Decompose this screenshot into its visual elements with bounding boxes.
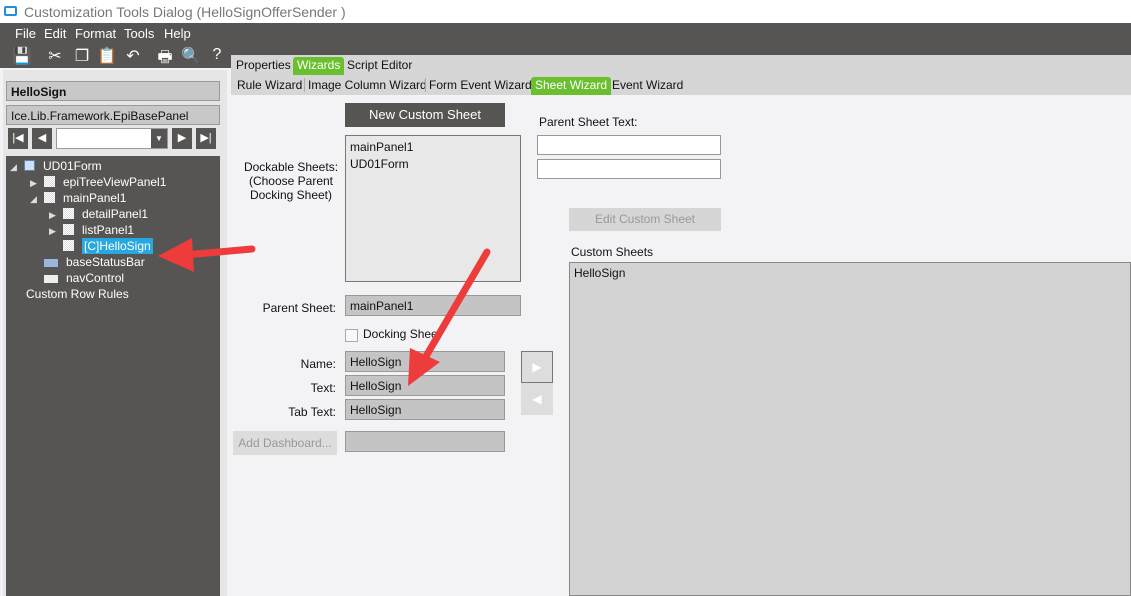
first-record-button[interactable]: |◀: [8, 128, 28, 149]
tree-item[interactable]: navControl: [44, 271, 124, 285]
list-item[interactable]: mainPanel1: [350, 139, 516, 156]
panel-icon: [63, 224, 74, 235]
tab-text-field[interactable]: HelloSign: [345, 399, 505, 420]
text-field[interactable]: HelloSign: [345, 375, 505, 396]
text-label: Text:: [310, 381, 336, 395]
main-tabs: Properties Wizards Script Editor: [231, 55, 1131, 75]
cut-icon[interactable]: ✂: [45, 46, 65, 66]
tab-image-column-wizard[interactable]: Image Column Wizard: [304, 77, 431, 95]
navcontrol-icon: [44, 275, 58, 283]
tab-form-event-wizard[interactable]: Form Event Wizard: [425, 77, 536, 95]
tree-item-selected[interactable]: [C]HelloSign: [63, 238, 153, 254]
print-icon[interactable]: 🖶: [155, 46, 175, 73]
prev-record-button[interactable]: ◀: [32, 128, 52, 149]
tab-rule-wizard[interactable]: Rule Wizard: [233, 77, 306, 95]
parent-sheet-text-label: Parent Sheet Text:: [539, 115, 638, 129]
record-navigator: |◀ ◀ ▼ ▶ ▶|: [6, 128, 220, 150]
tree-item[interactable]: baseStatusBar: [44, 255, 145, 269]
tab-properties[interactable]: Properties: [232, 57, 295, 75]
undo-icon[interactable]: ↶: [123, 46, 143, 66]
parent-sheet-text-input-1[interactable]: [537, 135, 721, 155]
tree-item[interactable]: listPanel1: [63, 223, 134, 237]
menu-edit[interactable]: Edit: [44, 26, 66, 41]
app-icon: [4, 6, 17, 16]
docking-sheet-label: Docking Sheet: [363, 327, 442, 341]
name-field[interactable]: HelloSign: [345, 351, 505, 372]
move-left-button[interactable]: ◀: [521, 383, 553, 415]
last-record-button[interactable]: ▶|: [196, 128, 216, 149]
tree-item[interactable]: mainPanel1: [44, 191, 126, 205]
name-label: Name:: [300, 357, 336, 371]
parent-sheet-text-input-2[interactable]: [537, 159, 721, 179]
dockable-sheets-label: Dockable Sheets: (Choose Parent Docking …: [243, 160, 339, 202]
parent-sheet-label: Parent Sheet:: [262, 301, 336, 315]
docking-sheet-checkbox[interactable]: [345, 329, 358, 342]
edit-custom-sheet-button[interactable]: Edit Custom Sheet: [569, 208, 721, 231]
paste-icon[interactable]: 📋: [97, 46, 117, 66]
dashboard-field[interactable]: [345, 431, 505, 452]
parent-sheet-field[interactable]: mainPanel1: [345, 295, 521, 316]
move-right-button[interactable]: ▶: [521, 351, 553, 383]
tab-sheet-wizard[interactable]: Sheet Wizard: [531, 77, 612, 95]
menu-format[interactable]: Format: [75, 26, 116, 41]
arrow-right-icon: ▶: [532, 360, 542, 374]
print-preview-icon[interactable]: 🔍: [181, 46, 201, 66]
new-custom-sheet-button[interactable]: New Custom Sheet: [345, 103, 505, 127]
wizard-tabs: Rule Wizard Image Column Wizard Form Eve…: [231, 75, 1131, 95]
save-icon[interactable]: 💾: [12, 46, 32, 66]
panel-icon: [44, 192, 55, 203]
panel-icon: [44, 176, 55, 187]
record-select[interactable]: ▼: [56, 128, 168, 149]
menu-file[interactable]: File: [15, 26, 36, 41]
next-record-button[interactable]: ▶: [172, 128, 192, 149]
chevron-down-icon[interactable]: ▼: [151, 129, 167, 148]
custom-sheets-list[interactable]: HelloSign: [569, 262, 1131, 596]
panel-icon: [63, 240, 74, 251]
panel-icon: [63, 208, 74, 219]
tree-item[interactable]: epiTreeViewPanel1: [44, 175, 166, 189]
arrow-left-icon: ◀: [532, 392, 542, 406]
tree-item-custom-row-rules[interactable]: Custom Row Rules: [26, 287, 129, 301]
form-icon: [24, 160, 35, 171]
menu-bar: File Edit Format Tools Help: [0, 23, 1131, 43]
copy-icon[interactable]: ❐: [72, 46, 92, 66]
tab-text-label: Tab Text:: [288, 405, 336, 419]
control-type: Ice.Lib.Framework.EpiBasePanel: [6, 105, 220, 125]
tree-item[interactable]: detailPanel1: [63, 207, 148, 221]
tab-wizards[interactable]: Wizards: [293, 57, 345, 75]
tree-item-ud01form[interactable]: UD01Form: [24, 159, 102, 173]
statusbar-icon: [44, 259, 58, 267]
help-icon[interactable]: ?: [207, 46, 227, 64]
list-item[interactable]: UD01Form: [350, 156, 516, 173]
control-tree: ◢ UD01Form ▶ epiTreeViewPanel1 ◢ mainPan…: [6, 156, 220, 596]
tab-event-wizard[interactable]: Event Wizard: [608, 77, 687, 95]
menu-tools[interactable]: Tools: [124, 26, 154, 41]
dockable-sheets-list[interactable]: mainPanel1 UD01Form: [345, 135, 521, 282]
window-title: Customization Tools Dialog (HelloSignOff…: [24, 4, 346, 20]
menu-help[interactable]: Help: [164, 26, 191, 41]
control-name: HelloSign: [6, 81, 220, 101]
add-dashboard-button[interactable]: Add Dashboard...: [233, 431, 337, 455]
title-bar: Customization Tools Dialog (HelloSignOff…: [0, 0, 1131, 23]
tab-script-editor[interactable]: Script Editor: [343, 57, 416, 75]
list-item[interactable]: HelloSign: [574, 266, 1126, 280]
custom-sheets-label: Custom Sheets: [571, 245, 654, 259]
